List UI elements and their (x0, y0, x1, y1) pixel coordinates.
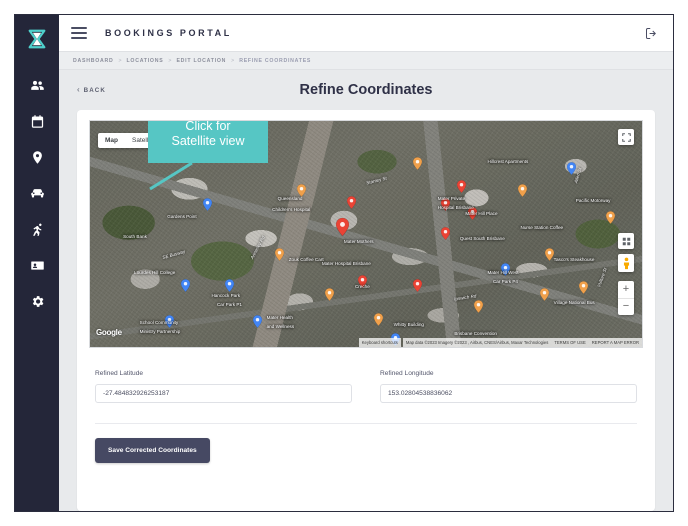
car-icon (30, 188, 44, 197)
page-content: ‹ BACK Refine Coordinates Queensland Chil… (59, 70, 673, 511)
save-corrected-coordinates-button[interactable]: Save Corrected Coordinates (95, 438, 210, 463)
map-type-map-button[interactable]: Map (98, 133, 125, 148)
users-icon (30, 80, 44, 90)
google-watermark: Google (96, 328, 122, 337)
map-marker[interactable] (252, 315, 262, 329)
sidebar-item-vehicles[interactable] (23, 183, 51, 203)
chevron-left-icon: ‹ (77, 85, 80, 94)
breadcrumb-separator: > (168, 57, 172, 64)
map-marker[interactable] (567, 161, 577, 175)
sidebar-nav (15, 75, 59, 311)
longitude-label: Refined Longitude (380, 370, 434, 377)
map-marker[interactable] (539, 288, 549, 302)
map-marker[interactable] (346, 195, 356, 209)
map-marker[interactable] (545, 247, 555, 261)
sidebar-item-settings[interactable] (23, 291, 51, 311)
breadcrumb-item-refine-coordinates: REFINE COORDINATES (239, 57, 312, 64)
calendar-icon (31, 114, 43, 128)
map-marker[interactable] (517, 184, 527, 198)
callout-line-2: Satellite view (171, 134, 245, 148)
page-header: ‹ BACK Refine Coordinates (59, 70, 673, 110)
map-zoom-control: + − (618, 281, 634, 315)
map-marker[interactable] (468, 206, 478, 220)
map-pin-icon (32, 150, 42, 164)
sidebar-item-calendar[interactable] (23, 111, 51, 131)
breadcrumb-item-locations[interactable]: LOCATIONS (127, 58, 164, 64)
map-marker[interactable] (324, 288, 334, 302)
breadcrumb: DASHBOARD > LOCATIONS > EDIT LOCATION > … (59, 51, 673, 70)
gear-icon (32, 295, 43, 307)
map-marker[interactable] (578, 281, 588, 295)
map-marker[interactable] (274, 247, 284, 261)
breadcrumb-item-dashboard[interactable]: DASHBOARD (73, 58, 113, 64)
breadcrumb-separator: > (231, 57, 235, 64)
terms-of-use-link[interactable]: TERMS OF USE (551, 338, 589, 347)
report-map-error-link[interactable]: REPORT A MAP ERROR (588, 338, 642, 347)
map-marker[interactable] (473, 299, 483, 313)
logout-icon (646, 27, 656, 39)
map-marker[interactable] (225, 279, 235, 293)
app-logo[interactable] (15, 21, 59, 57)
back-button-label: BACK (83, 86, 106, 94)
latitude-field-group: Refined Latitude (95, 370, 352, 403)
map-marker[interactable] (164, 315, 174, 329)
map-marker[interactable] (501, 263, 511, 277)
map-marker[interactable] (457, 179, 467, 193)
map-marker[interactable] (181, 279, 191, 293)
map-marker[interactable] (357, 274, 367, 288)
map-marker[interactable] (203, 197, 213, 211)
map-container: Queensland Children's Hospital Mater Priva… (77, 110, 655, 348)
satellite-view-callout[interactable]: Click for Satellite view (148, 120, 268, 163)
app-brand-title: BOOKINGS PORTAL (105, 28, 232, 38)
sidebar-item-users[interactable] (23, 75, 51, 95)
map-marker[interactable] (440, 227, 450, 241)
map-data-attribution: Map data ©2023 Imagery ©2023 , Airbus, C… (402, 338, 552, 347)
running-person-icon (32, 223, 42, 236)
breadcrumb-item-edit-location[interactable]: EDIT LOCATION (176, 58, 226, 64)
refined-longitude-input[interactable] (380, 384, 637, 403)
map-fullscreen-button[interactable] (618, 129, 634, 145)
callout-line-1: Click for (185, 120, 231, 134)
map-marker[interactable] (374, 313, 384, 327)
main-area: BOOKINGS PORTAL DASHBOARD > LOCATIONS > … (59, 15, 673, 511)
refined-latitude-input[interactable] (95, 384, 352, 403)
sidebar (15, 15, 59, 511)
sidebar-item-cards[interactable] (23, 255, 51, 275)
map-zoom-out-button[interactable]: − (618, 299, 634, 316)
map-marker[interactable] (606, 211, 616, 225)
keyboard-shortcuts-link[interactable]: Keyboard shortcuts (358, 338, 401, 347)
map-attribution-bar: Keyboard shortcuts Map data ©2023 Imager… (90, 338, 642, 347)
grid-icon (622, 237, 630, 245)
hamburger-icon[interactable] (71, 27, 87, 39)
map-zoom-in-button[interactable]: + (618, 281, 634, 299)
page-title: Refine Coordinates (299, 82, 433, 98)
map-marker[interactable] (412, 279, 422, 293)
logout-button[interactable] (644, 26, 659, 41)
sidebar-item-activity[interactable] (23, 219, 51, 239)
map-marker[interactable] (440, 197, 450, 211)
map-marker[interactable] (412, 157, 422, 171)
map-marker[interactable] (335, 218, 349, 237)
app-window: BOOKINGS PORTAL DASHBOARD > LOCATIONS > … (14, 14, 674, 512)
map-layers-button[interactable] (618, 233, 634, 249)
coordinates-form: Refined Latitude Refined Longitude (77, 348, 655, 403)
topbar: BOOKINGS PORTAL (59, 15, 673, 51)
hourglass-logo-icon (28, 29, 46, 49)
street-view-pegman-button[interactable] (618, 254, 634, 272)
breadcrumb-separator: > (118, 57, 122, 64)
longitude-field-group: Refined Longitude (380, 370, 637, 403)
latitude-label: Refined Latitude (95, 370, 144, 377)
content-card: Queensland Children's Hospital Mater Priva… (77, 110, 655, 511)
sidebar-item-locations[interactable] (23, 147, 51, 167)
fullscreen-icon (621, 132, 631, 142)
back-button[interactable]: ‹ BACK (77, 86, 106, 94)
pegman-icon (623, 257, 629, 269)
id-card-icon (30, 260, 44, 270)
google-map[interactable]: Queensland Children's Hospital Mater Priva… (89, 120, 643, 348)
map-marker[interactable] (297, 184, 306, 198)
form-actions: Save Corrected Coordinates (77, 424, 655, 463)
